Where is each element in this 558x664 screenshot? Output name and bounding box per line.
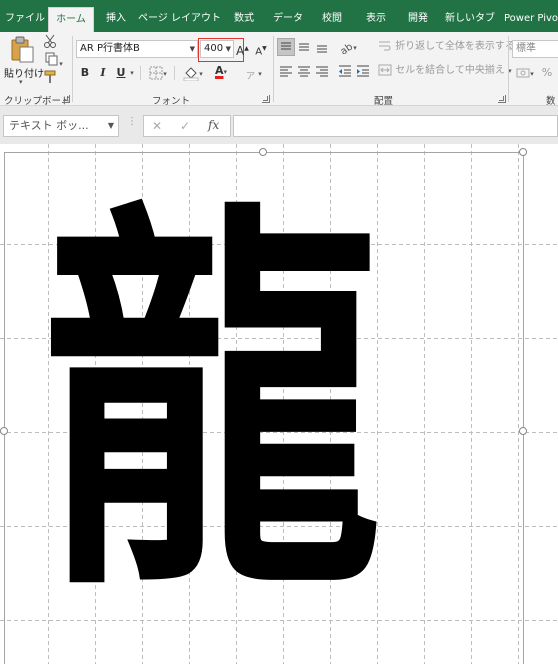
- phonetic-button[interactable]: ァ ▾: [242, 64, 264, 82]
- font-group-label: フォント: [152, 96, 191, 107]
- alignment-launcher-icon[interactable]: [498, 95, 506, 103]
- tab-formulas[interactable]: 数式: [224, 7, 264, 32]
- cut-button[interactable]: [42, 34, 58, 52]
- number-format-value: 標準: [516, 43, 536, 54]
- font-name-value: AR P行書体B: [80, 43, 140, 54]
- font-color-label: A: [214, 64, 224, 77]
- merge-cells-icon: [378, 64, 392, 76]
- tab-file[interactable]: ファイル: [2, 7, 48, 32]
- copy-icon: [45, 52, 58, 66]
- align-center-icon: [298, 66, 310, 77]
- tab-developer[interactable]: 開発: [398, 7, 438, 32]
- format-painter-icon: [44, 70, 56, 83]
- svg-text:ァ: ァ: [245, 68, 256, 80]
- shrink-font-button[interactable]: A▼: [254, 40, 268, 58]
- format-painter-button[interactable]: [42, 70, 58, 88]
- align-right-button[interactable]: [313, 62, 331, 80]
- resize-handle[interactable]: [259, 148, 267, 156]
- drag-handle-icon[interactable]: ⋮: [127, 117, 137, 133]
- formula-bar-buttons: ✕ ✓ fx: [143, 115, 231, 137]
- group-divider: [72, 36, 73, 102]
- font-launcher-icon[interactable]: [262, 95, 270, 103]
- chevron-down-icon: ▼: [189, 45, 195, 53]
- cancel-entry-button[interactable]: ✕: [152, 119, 162, 133]
- number-group-label: 数: [546, 96, 556, 107]
- scissors-icon: [44, 34, 56, 48]
- group-divider: [273, 36, 274, 102]
- align-left-icon: [280, 66, 292, 77]
- underline-dropdown-arrow[interactable]: ▾: [128, 64, 136, 82]
- name-box[interactable]: テキスト ボッ... ▼: [3, 115, 119, 137]
- font-name-dropdown[interactable]: AR P行書体B ▼: [76, 40, 198, 58]
- grow-font-button[interactable]: A▲: [236, 40, 249, 58]
- align-middle-button[interactable]: [295, 38, 313, 56]
- align-center-button[interactable]: [295, 62, 313, 80]
- tab-insert[interactable]: 挿入: [96, 7, 136, 32]
- align-right-icon: [316, 66, 328, 77]
- phonetic-icon: ァ: [245, 68, 256, 81]
- merge-center-button[interactable]: セルを結合して中央揃え ▾: [378, 62, 512, 80]
- paste-button[interactable]: 貼り付け ▾: [4, 36, 44, 86]
- name-box-value: テキスト ボッ...: [9, 119, 89, 132]
- paint-bucket-icon: [183, 67, 199, 82]
- fill-color-button[interactable]: ▾: [180, 64, 206, 82]
- font-color-button[interactable]: A▾: [208, 62, 234, 80]
- resize-handle[interactable]: [0, 427, 8, 435]
- tab-review[interactable]: 校閲: [312, 7, 352, 32]
- clipboard-paste-icon: [11, 36, 34, 63]
- align-bottom-icon: [317, 45, 327, 53]
- paste-dropdown-arrow[interactable]: ▾: [19, 78, 23, 86]
- tab-data[interactable]: データ: [268, 7, 308, 32]
- tab-view[interactable]: 表示: [356, 7, 396, 32]
- borders-icon: [149, 66, 163, 80]
- resize-handle[interactable]: [519, 427, 527, 435]
- ribbon-tab-bar: ファイル ホーム 挿入 ページ レイアウト 数式 データ 校閲 表示 開発 新し…: [0, 0, 558, 32]
- orientation-button[interactable]: ab ▾: [336, 38, 360, 57]
- increase-indent-icon: [357, 65, 369, 77]
- currency-icon: [516, 68, 530, 78]
- align-bottom-button[interactable]: [313, 38, 331, 56]
- wrap-text-button[interactable]: 折り返して全体を表示する: [378, 38, 515, 56]
- confirm-entry-button[interactable]: ✓: [180, 119, 190, 133]
- align-middle-icon: [299, 43, 309, 51]
- bold-button[interactable]: B: [78, 64, 92, 82]
- textbox-content[interactable]: 龍: [42, 204, 382, 604]
- formula-input[interactable]: [233, 115, 558, 137]
- formula-bar: テキスト ボッ... ▼ ⋮ ✕ ✓ fx: [0, 106, 558, 144]
- align-top-icon: [281, 42, 291, 50]
- italic-button[interactable]: I: [96, 64, 110, 82]
- grow-font-label: A: [236, 44, 245, 58]
- worksheet-grid[interactable]: 龍: [0, 144, 558, 664]
- font-divider: [140, 66, 141, 80]
- insert-function-button[interactable]: fx: [208, 118, 219, 132]
- decrease-indent-icon: [339, 65, 351, 77]
- borders-button[interactable]: ▾: [146, 64, 170, 82]
- tab-new-tab[interactable]: 新しいタブ: [442, 7, 498, 32]
- copy-button[interactable]: ▾: [42, 52, 66, 70]
- tab-power-pivot[interactable]: Power Pivot: [504, 7, 558, 32]
- group-divider: [508, 36, 509, 102]
- wrap-text-label: 折り返して全体を表示する: [395, 41, 515, 52]
- tab-page-layout[interactable]: ページ レイアウト: [138, 7, 221, 32]
- number-format-dropdown[interactable]: 標準: [512, 40, 558, 58]
- clipboard-group-label: クリップボード: [4, 96, 71, 107]
- decrease-indent-button[interactable]: [336, 62, 354, 80]
- align-top-button[interactable]: [277, 38, 295, 56]
- wrap-text-icon: [379, 41, 391, 51]
- text-orientation-icon: ab: [339, 41, 356, 57]
- ribbon: 貼り付け ▾ ▾ クリップボード AR P行書体B ▼ 400 ▼ A▲ A▼ …: [0, 32, 558, 107]
- font-divider: [174, 66, 175, 80]
- percent-button[interactable]: %: [540, 64, 554, 82]
- clipboard-launcher-icon[interactable]: [62, 95, 70, 103]
- alignment-group-label: 配置: [374, 96, 394, 107]
- currency-format-button[interactable]: ▾: [512, 64, 538, 82]
- tab-home[interactable]: ホーム: [48, 7, 94, 32]
- resize-handle[interactable]: [519, 148, 527, 156]
- increase-indent-button[interactable]: [354, 62, 372, 80]
- svg-text:ab: ab: [339, 41, 353, 54]
- merge-center-label: セルを結合して中央揃え: [395, 65, 505, 76]
- align-left-button[interactable]: [277, 62, 295, 80]
- underline-button[interactable]: U: [114, 64, 128, 82]
- chevron-down-icon: ▼: [107, 121, 114, 130]
